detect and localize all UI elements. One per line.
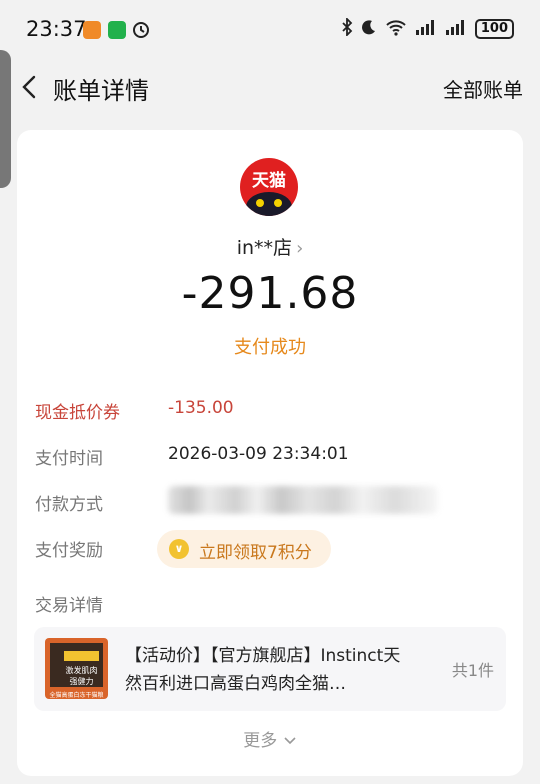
status-icons: 100 <box>341 16 514 40</box>
coupon-label: 现金抵价券 <box>35 403 120 423</box>
product-image-text-2: 强健力 <box>69 677 94 686</box>
taobao-icon <box>83 21 101 39</box>
nav-bar: 账单详情 全部账单 <box>0 58 540 118</box>
coin-icon: ∨ <box>169 539 189 559</box>
tmall-cat-icon <box>246 192 292 216</box>
wifi-icon <box>385 18 407 40</box>
merchant-name[interactable]: in**店 › <box>17 233 523 260</box>
pay-reward-label: 支付奖励 <box>35 541 103 561</box>
more-label: 更多 <box>243 731 278 751</box>
payment-amount: -291.68 <box>181 268 359 319</box>
wechat-icon <box>108 21 126 39</box>
back-arrow-icon[interactable] <box>16 72 46 102</box>
product-item[interactable]: 激发肌肉 强健力 全猫高蛋白冻干猫粮4.5kg 【活动价】【官方旗舰店】Inst… <box>34 627 506 711</box>
bluetooth-icon <box>341 16 353 40</box>
product-image: 激发肌肉 强健力 全猫高蛋白冻干猫粮4.5kg <box>45 638 108 699</box>
alarm-icon <box>131 19 151 39</box>
payment-status: 支付成功 <box>234 337 306 358</box>
more-button[interactable]: 更多 <box>17 726 523 751</box>
all-bills-link[interactable]: 全部账单 <box>443 74 523 103</box>
chevron-right-icon: › <box>296 238 304 259</box>
merchant-name-label: in**店 <box>236 237 293 259</box>
signal-icon <box>415 18 437 40</box>
pay-method-value-blurred <box>168 486 438 514</box>
pay-time-value: 2026-03-09 23:34:01 <box>168 444 349 464</box>
product-title: 【活动价】【官方旗舰店】Instinct天然百利进口高蛋白鸡肉全猫… <box>125 646 401 694</box>
page-title: 账单详情 <box>53 77 149 105</box>
chevron-down-icon <box>283 731 297 751</box>
pay-time-label: 支付时间 <box>35 449 103 469</box>
claim-points-button[interactable]: ∨ 立即领取7积分 <box>157 530 331 568</box>
trade-detail-label: 交易详情 <box>35 596 103 616</box>
claim-points-label: 立即领取7积分 <box>199 543 312 563</box>
bill-detail-card: 天猫 in**店 › -291.68 支付成功 现金抵价券 -135.00 支付时… <box>17 130 523 776</box>
moon-icon <box>361 19 377 39</box>
signal-icon-2 <box>445 18 467 40</box>
product-image-text-1: 激发肌肉 <box>65 666 98 675</box>
pay-method-label: 付款方式 <box>35 495 103 515</box>
status-time: 23:37 <box>26 17 87 41</box>
product-count: 共1件 <box>451 661 494 680</box>
tmall-logo-text: 天猫 <box>252 171 286 191</box>
status-bar: 23:37 100 <box>0 0 540 58</box>
battery-indicator: 100 <box>474 19 514 39</box>
product-image-text-3: 全猫高蛋白冻干猫粮4.5kg <box>49 692 104 699</box>
coupon-value: -135.00 <box>168 398 234 418</box>
tmall-logo[interactable]: 天猫 <box>240 158 298 216</box>
